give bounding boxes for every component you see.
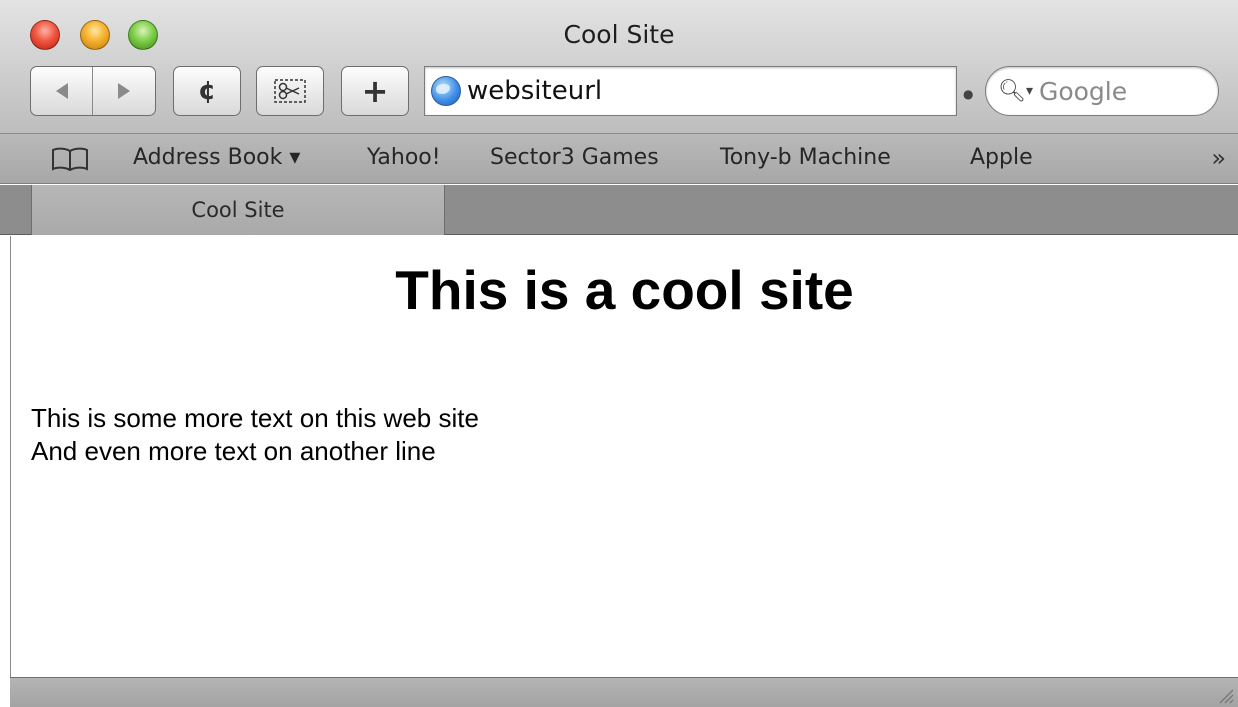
reload-icon: ¢ bbox=[197, 76, 217, 106]
bookmarks-bar: Address Book ▾ Yahoo! Sector3 Games Tony… bbox=[0, 134, 1238, 184]
chevron-down-icon[interactable]: ▾ bbox=[1026, 83, 1033, 99]
add-bookmark-button[interactable]: + bbox=[341, 66, 409, 116]
bookmark-sector3-games[interactable]: Sector3 Games bbox=[490, 145, 659, 170]
globe-icon bbox=[431, 76, 461, 106]
tab-cool-site[interactable]: Cool Site bbox=[31, 185, 445, 235]
address-text[interactable]: websiteurl bbox=[467, 76, 602, 106]
page-heading: This is a cool site bbox=[395, 259, 854, 321]
browser-window: Cool Site ¢ + websiteurl ● 🔍︎ ▾ Google A… bbox=[0, 0, 1238, 707]
forward-button[interactable] bbox=[93, 67, 155, 115]
window-title: Cool Site bbox=[563, 20, 675, 49]
page-text-line: This is some more text on this web site bbox=[31, 403, 479, 433]
search-placeholder: Google bbox=[1038, 76, 1128, 106]
address-history-icon[interactable]: ● bbox=[963, 87, 973, 101]
bookmark-address-book[interactable]: Address Book ▾ bbox=[133, 145, 300, 170]
magnifier-icon[interactable]: 🔍︎ bbox=[998, 79, 1026, 104]
bookmark-apple[interactable]: Apple bbox=[970, 145, 1033, 170]
forward-arrow-icon bbox=[118, 83, 130, 99]
plus-icon: + bbox=[361, 72, 389, 110]
back-arrow-icon bbox=[55, 83, 68, 99]
status-bar bbox=[10, 677, 1238, 707]
page-content: This is a cool site This is some more te… bbox=[10, 236, 1238, 677]
back-button[interactable] bbox=[31, 67, 93, 115]
resize-grip-icon[interactable] bbox=[1214, 684, 1234, 704]
search-field[interactable]: 🔍︎ ▾ Google bbox=[985, 66, 1219, 116]
scissors-icon bbox=[274, 79, 306, 103]
tab-bar: Cool Site bbox=[0, 185, 1238, 235]
book-icon[interactable] bbox=[50, 146, 90, 172]
tab-label: Cool Site bbox=[191, 198, 285, 222]
back-forward-buttons bbox=[30, 66, 156, 116]
address-field[interactable]: websiteurl bbox=[424, 66, 957, 116]
bookmark-yahoo[interactable]: Yahoo! bbox=[367, 145, 441, 170]
web-clip-button[interactable] bbox=[256, 66, 324, 116]
reload-button[interactable]: ¢ bbox=[173, 66, 241, 116]
page-text-line: And even more text on another line bbox=[31, 436, 436, 466]
bookmark-tony-b-machine[interactable]: Tony-b Machine bbox=[720, 145, 891, 170]
bookmarks-overflow-icon[interactable]: » bbox=[1211, 144, 1226, 172]
window-toolbar: Cool Site ¢ + websiteurl ● 🔍︎ ▾ Google bbox=[0, 0, 1238, 134]
